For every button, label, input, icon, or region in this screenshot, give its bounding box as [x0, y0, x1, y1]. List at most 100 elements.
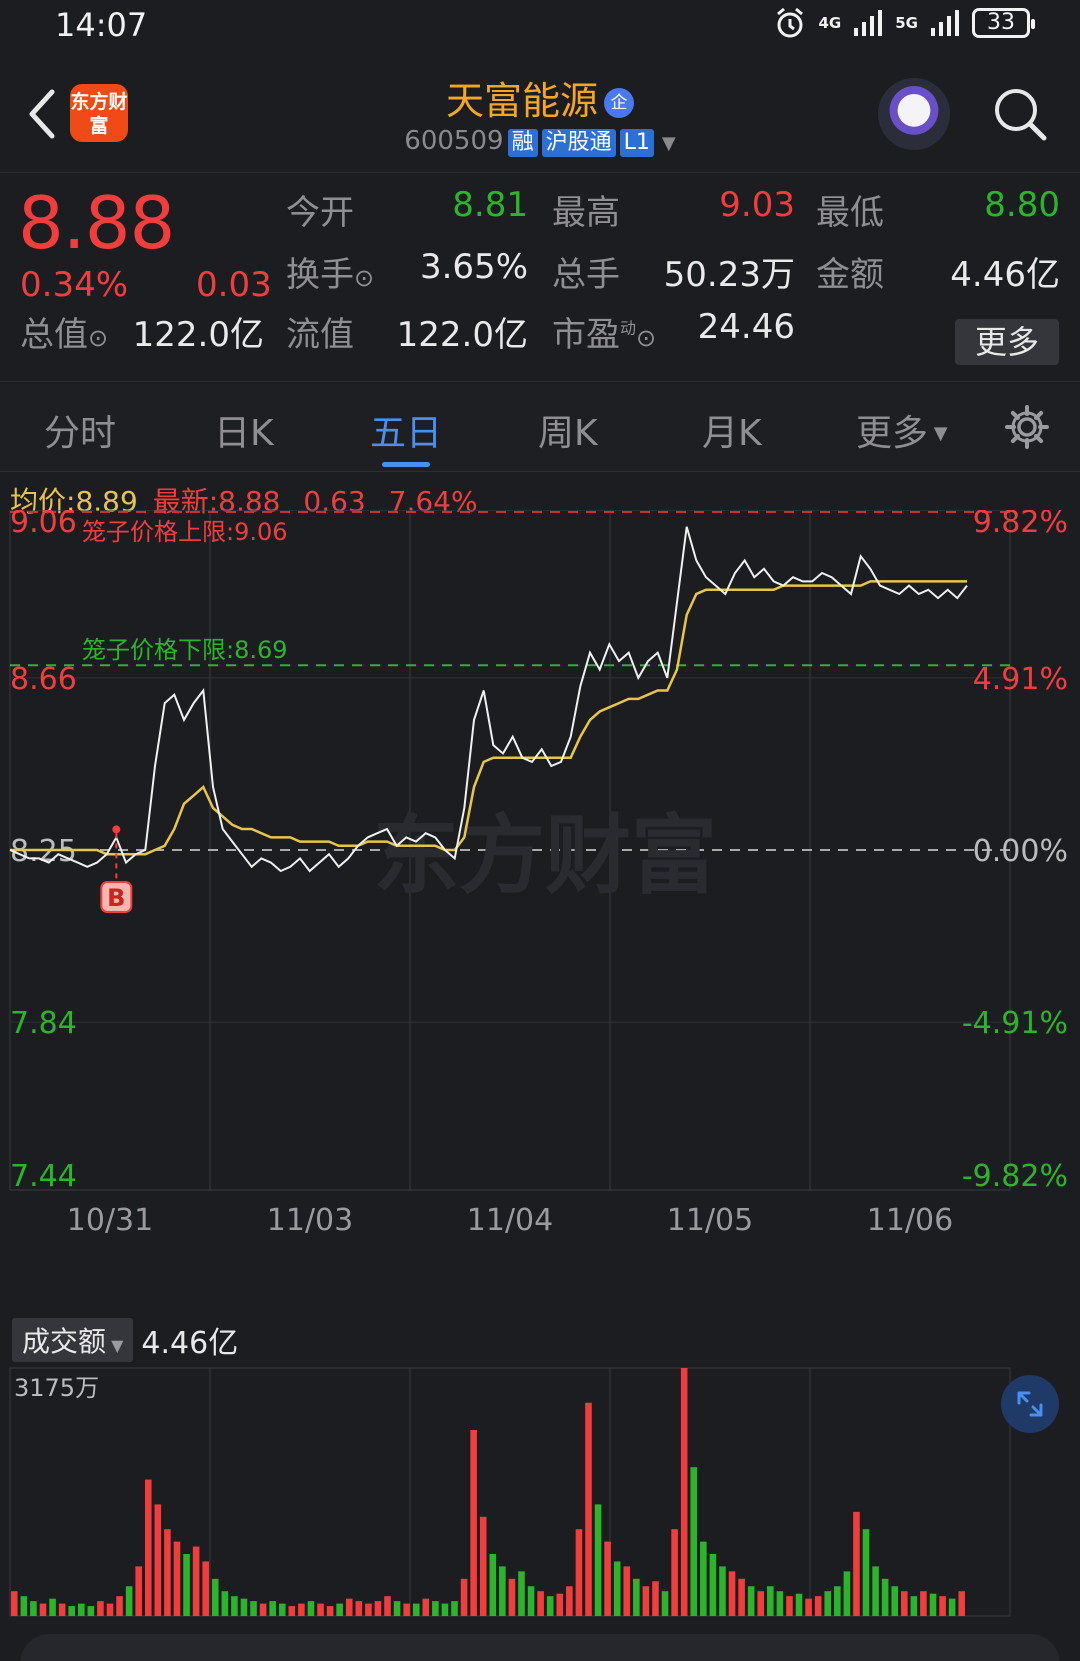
volume-bar: [259, 1603, 267, 1616]
level-tag: L1: [619, 129, 654, 157]
volume-bar: [881, 1578, 889, 1616]
search-icon[interactable]: [990, 84, 1050, 144]
info-icon: ⊙: [88, 324, 109, 352]
buy-marker-label: B: [107, 884, 125, 912]
volume-bar: [795, 1593, 803, 1616]
volume-bar: [288, 1606, 296, 1616]
volume-bar: [317, 1603, 324, 1616]
volume-bar: [39, 1603, 47, 1616]
volume-bar: [307, 1601, 315, 1616]
dropdown-caret-icon: ▼: [661, 133, 676, 154]
active-tab-indicator: [382, 462, 430, 467]
connect-tag: 沪股通: [541, 129, 616, 157]
volume-bar: [470, 1430, 477, 1616]
change-amount: 0.03: [196, 265, 272, 305]
mcap-row[interactable]: 总值⊙: [20, 307, 108, 356]
volume-metric-select[interactable]: 成交额 ▼: [12, 1318, 134, 1362]
pe-row[interactable]: 市盈动⊙: [552, 307, 656, 356]
tab-more[interactable]: 更多 ▼: [856, 404, 948, 456]
volume-bar: [412, 1603, 420, 1616]
volume-bar: [441, 1603, 449, 1616]
volume-bar: [948, 1598, 956, 1616]
volume-bar: [250, 1601, 257, 1616]
volume-chart[interactable]: 3175万: [0, 1360, 1080, 1620]
five-day-price-chart[interactable]: 东方财富 笼子价格上限:9.06 笼子价格下限:8.69 9.06 8.66 8.25 7.…: [0, 510, 1080, 1270]
mcap-label: 总值: [20, 315, 88, 355]
chart-period-tabs: 分时 日K 五日 周K 月K 更多 ▼: [0, 384, 1080, 472]
volume-label: 总手: [552, 255, 620, 295]
volume-bar: [910, 1596, 918, 1616]
quote-panel: 8.88 0.34% 0.03 今开 8.81 最高 9.03 最低 8.80 …: [0, 172, 1080, 382]
volume-bar: [77, 1603, 85, 1616]
open-value: 8.81: [452, 185, 528, 225]
volume-bar: [920, 1591, 927, 1616]
volume-bar: [537, 1591, 544, 1616]
volume-bar: [211, 1578, 219, 1616]
stock-name: 天富能源: [445, 79, 598, 123]
volume-bar: [97, 1601, 104, 1616]
last-price: 8.88: [18, 181, 175, 265]
volume-bar: [891, 1586, 899, 1616]
volume-bar: [585, 1402, 592, 1616]
low-value: 8.80: [984, 185, 1060, 225]
assistant-robot-icon[interactable]: [878, 78, 950, 150]
alarm-icon: [776, 7, 803, 38]
x-axis-label: 10/31: [67, 1203, 153, 1238]
tab-intraday[interactable]: 分时: [44, 404, 116, 456]
volume-bar: [728, 1571, 736, 1616]
bottom-news-card[interactable]: [20, 1634, 1060, 1661]
volume-bar: [393, 1601, 401, 1616]
info-icon: ⊙: [636, 324, 657, 352]
low-label: 最低: [816, 193, 884, 233]
volume-bar: [518, 1571, 525, 1616]
pe-value: 24.46: [697, 307, 795, 347]
turnover-value: 3.65%: [419, 247, 528, 287]
volume-bar: [240, 1598, 248, 1616]
volume-bar: [642, 1586, 650, 1616]
amount-value: 4.46亿: [950, 255, 1060, 295]
volume-bar: [403, 1603, 410, 1616]
volume-bar: [269, 1601, 276, 1616]
volume-bar: [499, 1566, 506, 1616]
more-quote-button[interactable]: 更多: [955, 319, 1059, 365]
mcap-value: 122.0亿: [132, 315, 264, 355]
pe-superscript: 动: [620, 318, 637, 338]
volume-bar: [613, 1561, 621, 1616]
turnover-row[interactable]: 换手⊙: [286, 247, 374, 296]
volume-bar: [843, 1571, 851, 1616]
volume-bar: [719, 1566, 726, 1616]
volume-bar: [154, 1504, 162, 1616]
signal-icon: [854, 10, 883, 36]
high-value: 9.03: [719, 185, 795, 225]
volume-bar: [690, 1467, 698, 1616]
upper-limit-label: 笼子价格上限:9.06: [82, 518, 288, 546]
tab-weekly-k[interactable]: 周K: [538, 404, 598, 456]
tab-daily-k[interactable]: 日K: [214, 404, 274, 456]
volume-bar: [11, 1591, 18, 1616]
volume-bar: [652, 1581, 659, 1616]
turnover-label: 换手: [286, 255, 354, 295]
volume-bar: [853, 1511, 860, 1616]
tab-five-day[interactable]: 五日: [370, 404, 442, 456]
y-axis-label-right: 9.82%: [973, 510, 1068, 540]
volume-bar: [183, 1554, 190, 1616]
margin-tag: 融: [507, 129, 538, 157]
status-time: 14:07: [55, 6, 148, 44]
battery-icon: 33: [972, 8, 1035, 38]
float-value: 122.0亿: [396, 315, 528, 355]
volume-bar: [757, 1591, 765, 1616]
y-axis-label-left: 7.44: [10, 1159, 77, 1194]
volume-bar: [566, 1586, 573, 1616]
caret-down-icon: ▼: [106, 1336, 124, 1355]
tab-monthly-k[interactable]: 月K: [702, 404, 762, 456]
network-4g-label: 4G: [818, 14, 842, 32]
open-label: 今开: [286, 193, 354, 233]
volume-bar: [49, 1598, 56, 1616]
expand-chart-button[interactable]: [1001, 1375, 1059, 1433]
volume-bar: [164, 1529, 171, 1616]
volume-bar: [805, 1598, 812, 1616]
gear-icon[interactable]: [1004, 404, 1050, 450]
tab-more-label: 更多: [856, 413, 929, 454]
volume-bar: [776, 1591, 784, 1616]
volume-bar: [173, 1541, 181, 1616]
